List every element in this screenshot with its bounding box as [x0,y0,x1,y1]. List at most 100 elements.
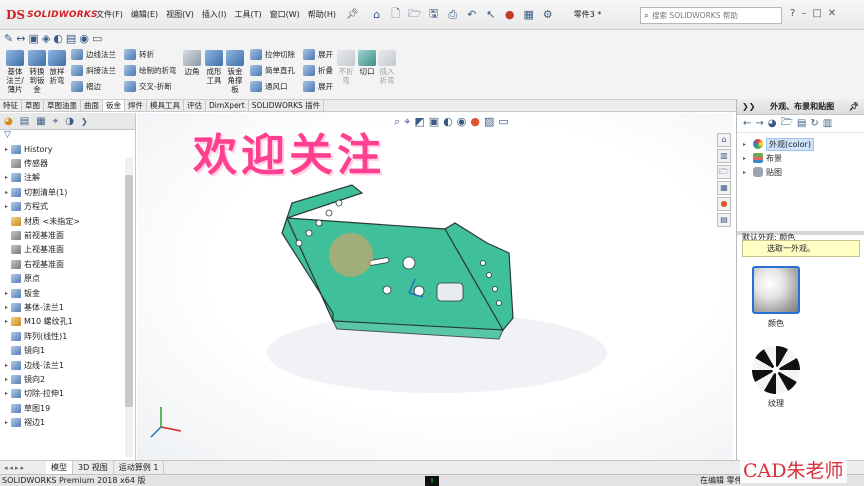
expand-icon[interactable]: ▸ [2,362,11,369]
panel-toggle-icon[interactable]: ▥ [823,118,832,129]
monitor-icon[interactable]: ▭ [92,32,102,45]
expand-icon[interactable]: ▸ [2,419,11,426]
tree-item[interactable]: ▸ 边线-法兰1 [2,358,135,372]
expand-icon[interactable]: ▸ [2,290,11,297]
tree-appearances[interactable]: ▸ 外观(color) [743,137,864,151]
menu-insert[interactable]: 插入(I) [198,9,231,20]
forming-tool-button[interactable]: 成形 工具 [204,50,224,85]
dimxpert-tab-icon[interactable]: ⌖ [53,116,59,127]
appearances-tab-icon[interactable]: ● [717,197,731,211]
eye-icon[interactable]: ◉ [79,32,89,45]
filter-icon[interactable]: ▽ [0,130,135,142]
menu-file[interactable]: 文件(F) [92,9,127,20]
expand-icon[interactable]: ▸ [743,141,753,148]
expand-icon[interactable]: ▸ [2,146,11,153]
tab-9[interactable]: SOLIDWORKS 插件 [249,100,325,111]
solidworks-logo[interactable]: DS SOLIDWORKS [0,8,98,22]
home-icon[interactable]: ⌂ [369,7,385,23]
help-search-input[interactable]: ⌕ 搜索 SOLIDWORKS 帮助 [640,7,782,24]
design-library-tab-icon[interactable]: ▥ [717,149,731,163]
expand-icon[interactable]: ▸ [743,169,753,176]
feature-manager-tab-icon[interactable]: ◕ [4,116,13,127]
tree-decals[interactable]: ▸ 贴图 [743,165,864,179]
sketch-tool-icon[interactable]: ✎ [4,32,13,45]
scrollbar-thumb[interactable] [125,175,133,407]
new-folder-icon[interactable]: ▤ [797,118,806,129]
color-swatch[interactable] [752,266,800,314]
bottom-tab-0[interactable]: 模型 [46,461,73,474]
resources-tab-icon[interactable]: ⌂ [717,133,731,147]
sketched-bend-button[interactable]: 绘制的折弯 [124,65,177,76]
tree-item[interactable]: ▸ 褶边1 [2,415,135,429]
tree-item[interactable]: 阵列(线性)1 [2,329,135,343]
insert-bends-button[interactable]: 插入 折弯 [378,50,396,85]
view-orient-icon[interactable]: ▤ [66,32,76,45]
custom-properties-tab-icon[interactable]: ▤ [717,213,731,227]
display-style-icon[interactable]: ◐ [443,115,453,129]
fold-button[interactable]: 折叠 [303,65,333,76]
tree-scenes[interactable]: ▸ 布景 [743,151,864,165]
configuration-manager-tab-icon[interactable]: ▦ [36,116,45,127]
hide-show-icon[interactable]: ◉ [457,115,467,129]
convert-to-sheetmetal-button[interactable]: 转换 到钣 金 [27,50,47,94]
graphics-area[interactable]: 欢迎关注 ⌕ ⌖ ◩ ▣ ◐ ◉ ● ▨ ▭ ⌂ ▥ 🗁 ▦ ● ▤ [137,113,733,460]
display-tool-icon[interactable]: ◐ [53,32,63,45]
expand-icon[interactable]: ▸ [743,155,753,162]
tab-7[interactable]: 评估 [184,100,206,111]
task-pane-pin-icon[interactable]: 📌︎ [849,102,859,111]
property-manager-tab-icon[interactable]: ▤ [20,116,29,127]
tab-2[interactable]: 草图油墨 [44,100,81,111]
tree-item[interactable]: ▸ 基体-法兰1 [2,300,135,314]
back-arrow-icon[interactable]: ← [743,118,751,129]
open-folder-icon[interactable]: 🗁 [407,7,423,23]
options-gear-icon[interactable]: ⚙ [540,7,556,23]
apply-scene-icon[interactable]: ▨ [484,115,494,129]
undo-icon[interactable]: ↶ [464,7,480,23]
tree-item[interactable]: 传感器 [2,156,135,170]
menu-window[interactable]: 窗口(W) [266,9,304,20]
view-palette-tab-icon[interactable]: ▦ [717,181,731,195]
menu-view[interactable]: 视图(V) [162,9,198,20]
tree-item[interactable]: ▸ M10 螺纹孔1 [2,315,135,329]
command-prompt-icon[interactable]: I [425,476,439,486]
appearance-add-icon[interactable]: ◕ [768,118,777,129]
lofted-bend-button[interactable]: 放样 折弯 [48,50,66,85]
sheetmetal-gusset-button[interactable]: 钣金 角撑 板 [225,50,245,94]
view-orientation-icon[interactable]: ▣ [429,115,439,129]
tab-5[interactable]: 焊件 [125,100,147,111]
expand-icon[interactable]: ▸ [2,189,11,196]
zoom-area-icon[interactable]: ⌖ [404,115,410,129]
rip-button[interactable]: 切口 [358,50,376,76]
tree-item[interactable]: ▸ 切割清单(1) [2,185,135,199]
help-question-icon[interactable]: ? [790,8,795,19]
no-bends-button[interactable]: 不折 弯 [337,50,355,85]
menu-tools[interactable]: 工具(T) [230,9,265,20]
bottom-tab-2[interactable]: 运动算例 1 [114,461,165,474]
tree-item[interactable]: ▸ 注解 [2,171,135,185]
expand-icon[interactable]: ▸ [2,376,11,383]
ref-geometry-icon[interactable]: ◈ [42,32,50,45]
feature-tree-scrollbar[interactable] [125,157,133,457]
menu-help[interactable]: 帮助(H) [304,9,340,20]
cross-break-button[interactable]: 交叉-折断 [124,81,172,92]
tree-item[interactable]: ▸ 镜向2 [2,372,135,386]
extruded-cut-button[interactable]: 拉伸切除 [250,49,295,60]
tree-item[interactable]: ▸ 方程式 [2,200,135,214]
minimize-icon[interactable]: – [801,8,806,19]
edit-appearance-icon[interactable]: ● [470,115,480,129]
folder-up-icon[interactable]: 🗁 [781,115,793,132]
view-settings-icon[interactable]: ▭ [498,115,508,129]
tab-6[interactable]: 模具工具 [147,100,184,111]
feature-tool-icon[interactable]: ▣ [28,32,38,45]
file-explorer-tab-icon[interactable]: 🗁 [717,165,731,179]
vent-button[interactable]: 通风口 [250,81,288,92]
tab-scroll-arrows-icon[interactable]: ◂◂▸▸ [0,464,46,472]
save-icon[interactable]: 🖫 [426,7,442,23]
tree-item[interactable]: 草图19 [2,401,135,415]
tree-item[interactable]: 前视基准面 [2,228,135,242]
tree-item[interactable]: 上视基准面 [2,243,135,257]
expand-icon[interactable]: ▸ [2,390,11,397]
tab-0[interactable]: 特征 [0,100,22,111]
new-document-icon[interactable]: 🗋 [388,7,404,23]
corners-button[interactable]: 边角 [182,50,202,76]
